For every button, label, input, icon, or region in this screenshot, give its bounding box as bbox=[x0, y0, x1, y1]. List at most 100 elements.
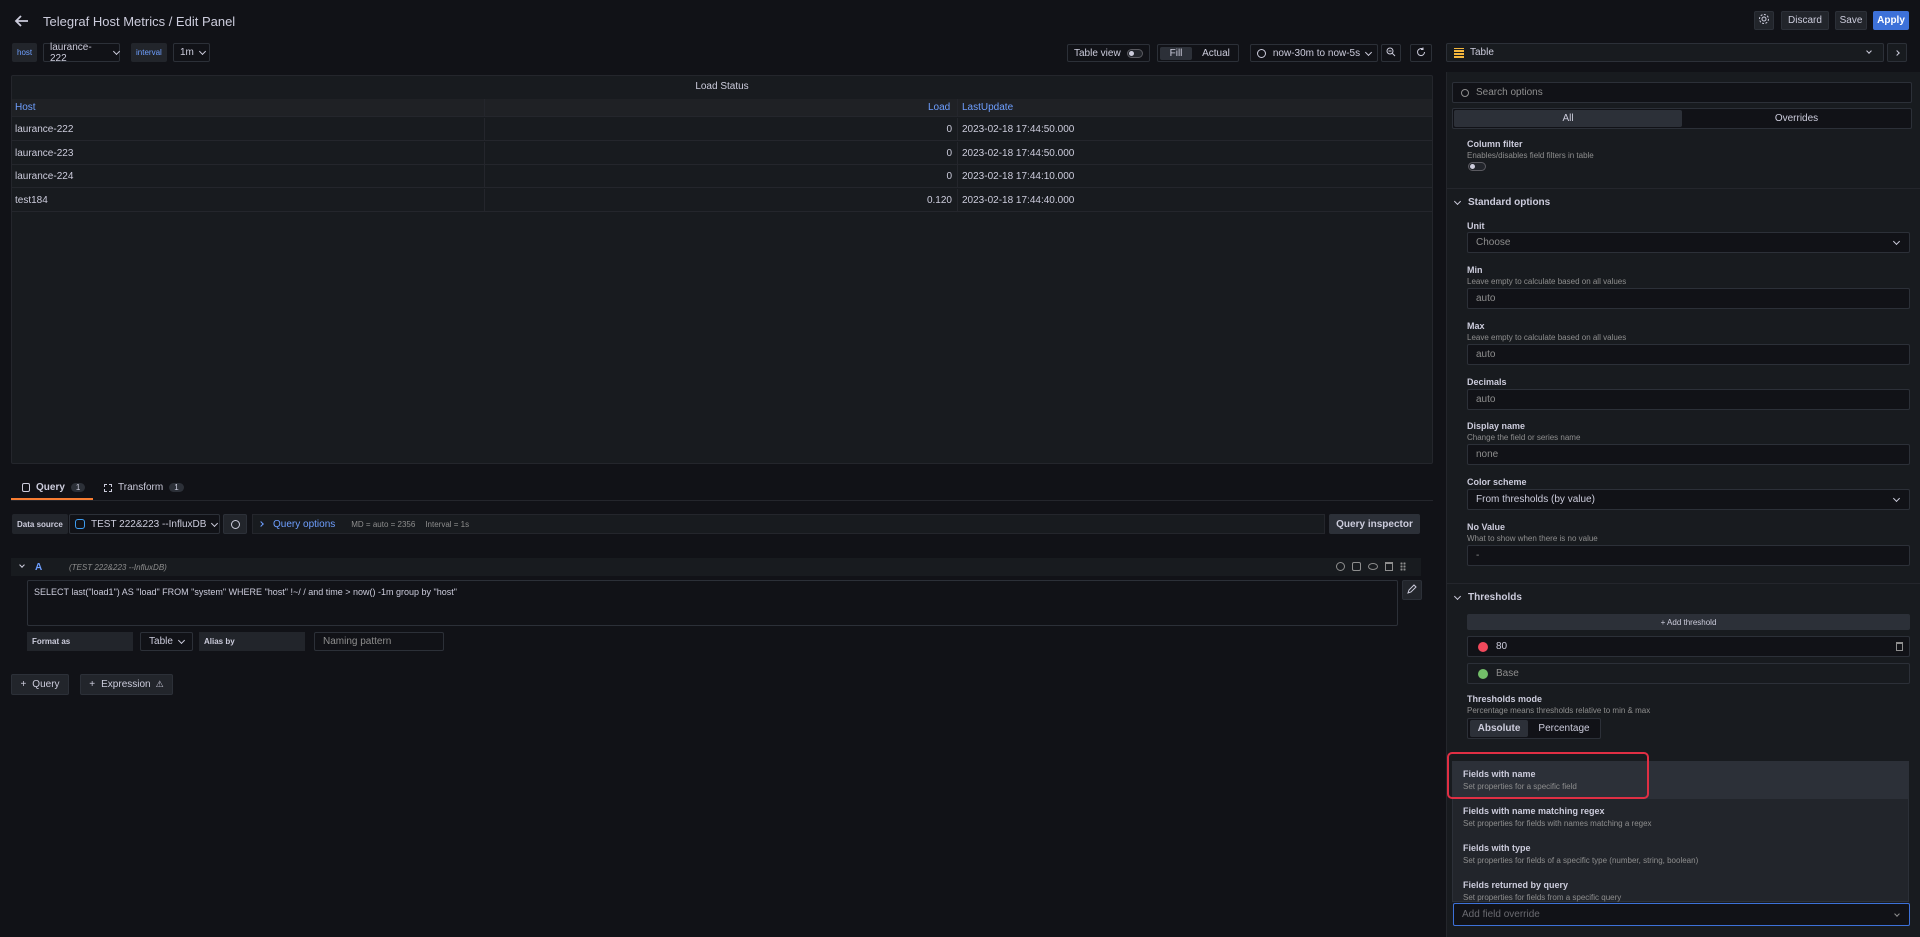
tabs-divider bbox=[11, 500, 1433, 501]
duplicate-icon[interactable] bbox=[1352, 562, 1361, 571]
apply-button[interactable]: Apply bbox=[1873, 11, 1909, 30]
color-scheme-label: Color scheme bbox=[1467, 477, 1527, 487]
datasource-help-button[interactable] bbox=[223, 514, 247, 534]
alias-by-label: Alias by bbox=[199, 632, 305, 651]
tab-transform[interactable]: Transform 1 bbox=[104, 482, 184, 493]
tab-overrides[interactable]: Overrides bbox=[1683, 110, 1910, 127]
back-arrow-icon[interactable] bbox=[14, 13, 30, 29]
chevron-right-icon bbox=[258, 521, 264, 527]
transform-icon bbox=[104, 483, 112, 492]
refresh-button[interactable] bbox=[1410, 44, 1432, 62]
column-filter-label: Column filter bbox=[1467, 139, 1523, 149]
chevron-down-icon bbox=[1894, 911, 1900, 917]
discard-button[interactable]: Discard bbox=[1781, 11, 1829, 30]
thresholds-mode-label: Thresholds mode bbox=[1467, 694, 1543, 704]
table-row: laurance-223 0 2023-02-18 17:44:50.000 bbox=[12, 142, 1432, 165]
visualization-picker[interactable]: Table bbox=[1446, 43, 1884, 62]
mode-percentage-button[interactable]: Percentage bbox=[1530, 720, 1598, 737]
display-name-label: Display name bbox=[1467, 421, 1526, 431]
highlight-box bbox=[1447, 752, 1649, 799]
eye-icon[interactable] bbox=[1368, 563, 1378, 570]
save-button[interactable]: Save bbox=[1835, 11, 1867, 30]
datasource-picker[interactable]: TEST 222&223 --InfluxDB bbox=[69, 514, 220, 534]
tab-all[interactable]: All bbox=[1454, 110, 1682, 127]
decimals-input[interactable]: auto bbox=[1467, 389, 1910, 410]
chevron-right-icon bbox=[1894, 49, 1900, 56]
max-input[interactable]: auto bbox=[1467, 344, 1910, 365]
chevron-down-icon bbox=[1866, 48, 1872, 54]
panel-title: Load Status bbox=[695, 81, 749, 92]
actual-button[interactable]: Actual bbox=[1196, 47, 1236, 60]
time-range-picker[interactable]: now-30m to now-5s bbox=[1250, 44, 1378, 62]
host-variable-label: host bbox=[12, 43, 38, 62]
add-query-button[interactable]: + Query bbox=[11, 674, 69, 695]
column-header-lastupdate[interactable]: LastUpdate bbox=[962, 99, 1013, 116]
query-datasource-hint: (TEST 222&223 --InfluxDB) bbox=[69, 563, 167, 572]
query-row-header bbox=[11, 558, 1421, 576]
query-inspector-button[interactable]: Query inspector bbox=[1329, 514, 1420, 534]
add-field-override-input[interactable]: Add field override bbox=[1453, 903, 1910, 926]
query-options-toggle[interactable]: Query options MD = auto = 2356 Interval … bbox=[252, 514, 1325, 534]
settings-button[interactable] bbox=[1754, 11, 1774, 30]
column-header-host[interactable]: Host bbox=[15, 99, 36, 116]
page-title: Telegraf Host Metrics / Edit Panel bbox=[43, 14, 236, 29]
collapse-options-button[interactable] bbox=[1887, 43, 1907, 62]
override-option-fields-with-type[interactable]: Fields with type Set properties for fiel… bbox=[1453, 836, 1909, 873]
column-header-load[interactable]: Load bbox=[928, 99, 950, 116]
table-view-toggle[interactable]: Table view bbox=[1067, 44, 1150, 62]
alias-by-input[interactable]: Naming pattern bbox=[314, 632, 444, 651]
min-input[interactable]: auto bbox=[1467, 288, 1910, 309]
mode-absolute-button[interactable]: Absolute bbox=[1470, 720, 1528, 737]
no-value-input[interactable]: - bbox=[1467, 545, 1910, 566]
threshold-color-dot[interactable] bbox=[1478, 641, 1488, 652]
query-text-editor[interactable]: SELECT last("load1") AS "load" FROM "sys… bbox=[27, 580, 1398, 626]
decimals-label: Decimals bbox=[1467, 377, 1507, 387]
influxdb-icon bbox=[75, 519, 85, 529]
query-actions bbox=[1336, 562, 1406, 571]
add-threshold-button[interactable]: + Add threshold bbox=[1467, 614, 1910, 630]
transform-count-badge: 1 bbox=[169, 483, 184, 492]
table-viz-icon bbox=[1454, 47, 1464, 58]
host-variable-select[interactable]: laurance-222 bbox=[43, 42, 120, 64]
threshold-row: 80 bbox=[1467, 636, 1910, 657]
search-icon bbox=[1461, 88, 1469, 97]
display-name-desc: Change the field or series name bbox=[1467, 433, 1581, 442]
override-option-name-regex[interactable]: Fields with name matching regex Set prop… bbox=[1453, 799, 1909, 836]
gear-icon bbox=[1758, 13, 1770, 28]
database-icon bbox=[22, 483, 30, 492]
trash-icon[interactable] bbox=[1385, 562, 1393, 571]
no-value-desc: What to show when there is no value bbox=[1467, 534, 1598, 543]
unit-select[interactable]: Choose bbox=[1467, 232, 1910, 253]
help-icon[interactable] bbox=[1336, 562, 1345, 571]
max-desc: Leave empty to calculate based on all va… bbox=[1467, 333, 1627, 342]
max-label: Max bbox=[1467, 321, 1485, 331]
color-scheme-select[interactable]: From thresholds (by value) bbox=[1467, 489, 1910, 510]
thresholds-header[interactable]: Thresholds bbox=[1455, 592, 1522, 603]
query-ref-id[interactable]: A bbox=[35, 562, 42, 573]
threshold-value-input[interactable]: 80 bbox=[1496, 641, 1507, 652]
zoom-out-button[interactable] bbox=[1381, 44, 1401, 62]
toggle-switch[interactable] bbox=[1127, 49, 1143, 58]
format-as-select[interactable]: Table bbox=[140, 632, 193, 651]
threshold-base-color-dot[interactable] bbox=[1478, 668, 1488, 679]
interval-variable-label: interval bbox=[131, 43, 167, 62]
drag-handle-icon[interactable] bbox=[1400, 562, 1406, 571]
fill-button[interactable]: Fill bbox=[1160, 47, 1192, 60]
clock-icon bbox=[1256, 48, 1266, 58]
edit-query-button[interactable] bbox=[1402, 580, 1422, 600]
display-name-input[interactable]: none bbox=[1467, 444, 1910, 465]
column-filter-desc: Enables/disables field filters in table bbox=[1467, 151, 1594, 160]
interval-variable-select[interactable]: 1m bbox=[173, 43, 210, 62]
thresholds-mode-desc: Percentage means thresholds relative to … bbox=[1467, 706, 1651, 715]
min-desc: Leave empty to calculate based on all va… bbox=[1467, 277, 1627, 286]
standard-options-header[interactable]: Standard options bbox=[1455, 197, 1550, 208]
table-header: Host Load LastUpdate bbox=[12, 99, 1432, 117]
trash-icon[interactable] bbox=[1896, 642, 1903, 651]
column-filter-toggle[interactable] bbox=[1468, 162, 1486, 171]
min-label: Min bbox=[1467, 265, 1483, 275]
tab-query[interactable]: Query 1 bbox=[22, 482, 86, 493]
options-search-input[interactable]: Search options bbox=[1452, 82, 1912, 103]
add-expression-button[interactable]: + Expression ⚠ bbox=[80, 674, 173, 695]
warning-icon: ⚠ bbox=[155, 679, 164, 689]
pencil-icon bbox=[1407, 583, 1417, 597]
